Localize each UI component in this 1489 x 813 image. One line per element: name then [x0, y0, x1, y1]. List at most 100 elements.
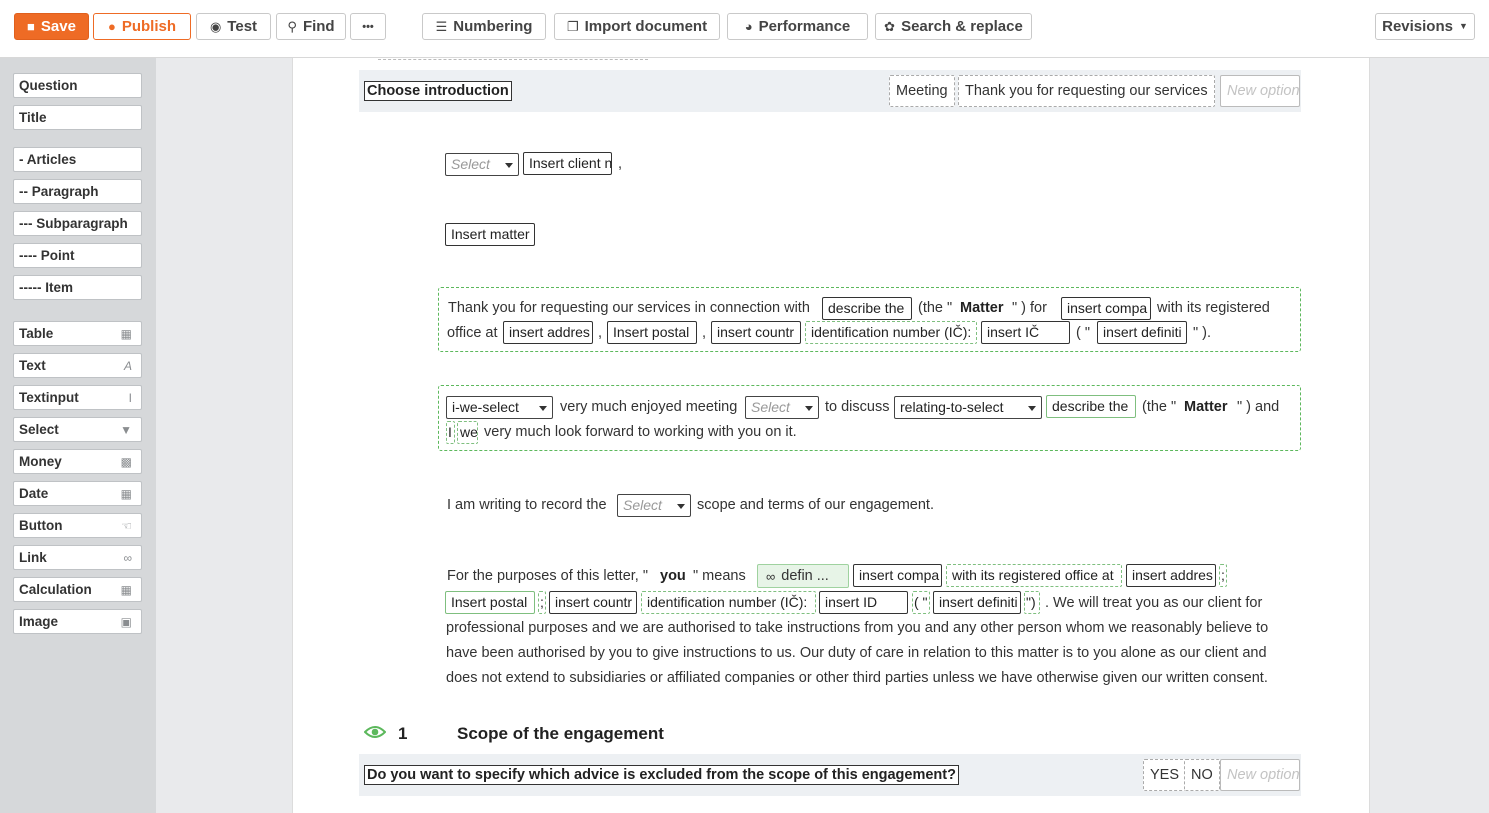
- salutation-select[interactable]: Select: [445, 153, 519, 176]
- save-button[interactable]: ■ Save: [14, 13, 89, 40]
- publish-button[interactable]: ● Publish: [93, 13, 191, 40]
- id-input[interactable]: insert ID: [819, 591, 908, 614]
- country-input[interactable]: insert countr: [711, 321, 801, 344]
- text: does not extend to subsidiaries or affil…: [446, 670, 1268, 686]
- money-icon: ▩: [120, 454, 132, 469]
- text-cursor-icon: I: [128, 390, 132, 405]
- calendar-icon: ▦: [120, 486, 132, 501]
- text: . We will treat you as our client for: [1045, 595, 1263, 611]
- sidebar-item-text[interactable]: Text A: [13, 353, 142, 378]
- text: scope and terms of our engagement.: [697, 497, 934, 513]
- text: " ).: [1193, 325, 1212, 341]
- performance-button[interactable]: ◕ Performance: [727, 13, 868, 40]
- i-we-select[interactable]: i-we-select: [446, 396, 553, 419]
- text: very much look forward to working with y…: [484, 424, 797, 440]
- numbering-button[interactable]: ☰ Numbering: [422, 13, 546, 40]
- option-yes[interactable]: YES: [1143, 759, 1187, 791]
- text: " ) for: [1012, 300, 1047, 316]
- sidebar-item-table[interactable]: Table ▦: [13, 321, 142, 346]
- element-sidebar: Question Title - Articles -- Paragraph -…: [0, 58, 156, 813]
- revisions-dropdown[interactable]: Revisions ▼: [1375, 13, 1475, 40]
- list-icon: ☰: [435, 19, 448, 34]
- new-option-button[interactable]: New option: [1220, 75, 1300, 107]
- postal-input[interactable]: Insert postal: [607, 321, 697, 344]
- pronoun-we-field[interactable]: we: [457, 421, 478, 444]
- sidebar-item-textinput[interactable]: Textinput I: [13, 385, 142, 410]
- meeting-select[interactable]: Select: [745, 396, 819, 419]
- relating-to-select[interactable]: relating-to-select: [894, 396, 1042, 419]
- matter-input[interactable]: Insert matter: [445, 223, 535, 246]
- section-number: 1: [398, 724, 408, 743]
- question-label[interactable]: Do you want to specify which advice is e…: [364, 765, 959, 785]
- sidebar-item-date[interactable]: Date ▦: [13, 481, 142, 506]
- text: (the ": [918, 300, 953, 316]
- text: " ) and: [1237, 399, 1280, 415]
- sidebar-item-paragraph[interactable]: -- Paragraph: [13, 179, 142, 204]
- question-label[interactable]: Choose introduction: [364, 81, 512, 101]
- id-number-label: identification number (IČ):: [641, 591, 816, 614]
- text: ,: [702, 325, 707, 341]
- text: ( ": [1076, 325, 1091, 341]
- id-number-label: identification number (IČ):: [805, 321, 977, 344]
- sidebar-item-title[interactable]: Title: [13, 105, 142, 130]
- top-toolbar: ■ Save ● Publish ◉ Test ⚲ Find ••• ☰ Num…: [0, 0, 1489, 58]
- text: " means: [693, 568, 746, 584]
- sidebar-item-point[interactable]: ---- Point: [13, 243, 142, 268]
- calculator-icon: ▦: [120, 582, 132, 597]
- sidebar-item-question[interactable]: Question: [13, 73, 142, 98]
- search-replace-button[interactable]: ✿ Search & replace: [875, 13, 1032, 40]
- ic-input[interactable]: insert IČ: [981, 321, 1070, 344]
- caret-down-icon: [1028, 406, 1036, 411]
- sidebar-item-select[interactable]: Select ▼: [13, 417, 142, 442]
- text: professional purposes and we are authori…: [446, 620, 1269, 636]
- address-input[interactable]: insert addres: [503, 321, 593, 344]
- quote-open: ( ": [912, 591, 930, 614]
- sidebar-item-calculation[interactable]: Calculation ▦: [13, 577, 142, 602]
- section-title: Scope of the engagement: [457, 724, 664, 743]
- text: For the purposes of this letter, ": [447, 568, 648, 584]
- definition-input[interactable]: insert definiti: [933, 591, 1021, 614]
- describe-matter-input[interactable]: describe the: [822, 297, 912, 320]
- test-button[interactable]: ◉ Test: [196, 13, 271, 40]
- sidebar-item-item[interactable]: ----- Item: [13, 275, 142, 300]
- country-input[interactable]: insert countr: [549, 591, 637, 614]
- option-no[interactable]: NO: [1184, 759, 1220, 791]
- caret-down-icon: [805, 406, 813, 411]
- company-name-input[interactable]: insert compa: [853, 564, 942, 587]
- defined-term: Matter: [960, 300, 1004, 316]
- comma-text: ,: [618, 156, 623, 172]
- eye-icon[interactable]: [364, 724, 386, 740]
- postal-input[interactable]: Insert postal: [445, 591, 535, 614]
- question-choose-introduction: Choose introduction Meeting Thank you fo…: [359, 70, 1301, 112]
- sidebar-item-link[interactable]: Link ∞: [13, 545, 142, 570]
- separator: ;: [1219, 564, 1227, 587]
- option-thank-you[interactable]: Thank you for requesting our services: [958, 75, 1215, 107]
- new-option-button[interactable]: New option: [1220, 759, 1300, 791]
- quote-close: "): [1024, 591, 1040, 614]
- definition-link[interactable]: ∞ defin ...: [757, 564, 849, 588]
- describe-matter-input[interactable]: describe the: [1046, 395, 1136, 418]
- text: I am writing to record the: [447, 497, 607, 513]
- address-input[interactable]: insert addres: [1126, 564, 1216, 587]
- divider: [378, 59, 648, 60]
- import-document-button[interactable]: ❐ Import document: [554, 13, 720, 40]
- find-button[interactable]: ⚲ Find: [276, 13, 346, 40]
- link-icon: ∞: [766, 568, 776, 584]
- company-name-input[interactable]: insert compa: [1061, 297, 1151, 320]
- sidebar-item-articles[interactable]: - Articles: [13, 147, 142, 172]
- pronoun-i-field[interactable]: I: [446, 421, 455, 444]
- definition-input[interactable]: insert definiti: [1097, 321, 1187, 344]
- sidebar-item-button[interactable]: Button ☜: [13, 513, 142, 538]
- sidebar-item-subparagraph[interactable]: --- Subparagraph: [13, 211, 142, 236]
- gauge-icon: ◕: [744, 19, 753, 34]
- client-name-input[interactable]: Insert client n: [523, 152, 612, 175]
- scope-select[interactable]: Select: [617, 494, 691, 517]
- option-meeting[interactable]: Meeting: [889, 75, 955, 107]
- text: office at: [447, 325, 498, 341]
- question-excluded-advice: Do you want to specify which advice is e…: [359, 754, 1301, 796]
- users-icon: ●: [107, 19, 116, 34]
- sidebar-item-image[interactable]: Image ▣: [13, 609, 142, 634]
- floppy-disk-icon: ■: [27, 19, 35, 34]
- more-button[interactable]: •••: [350, 13, 386, 40]
- sidebar-item-money[interactable]: Money ▩: [13, 449, 142, 474]
